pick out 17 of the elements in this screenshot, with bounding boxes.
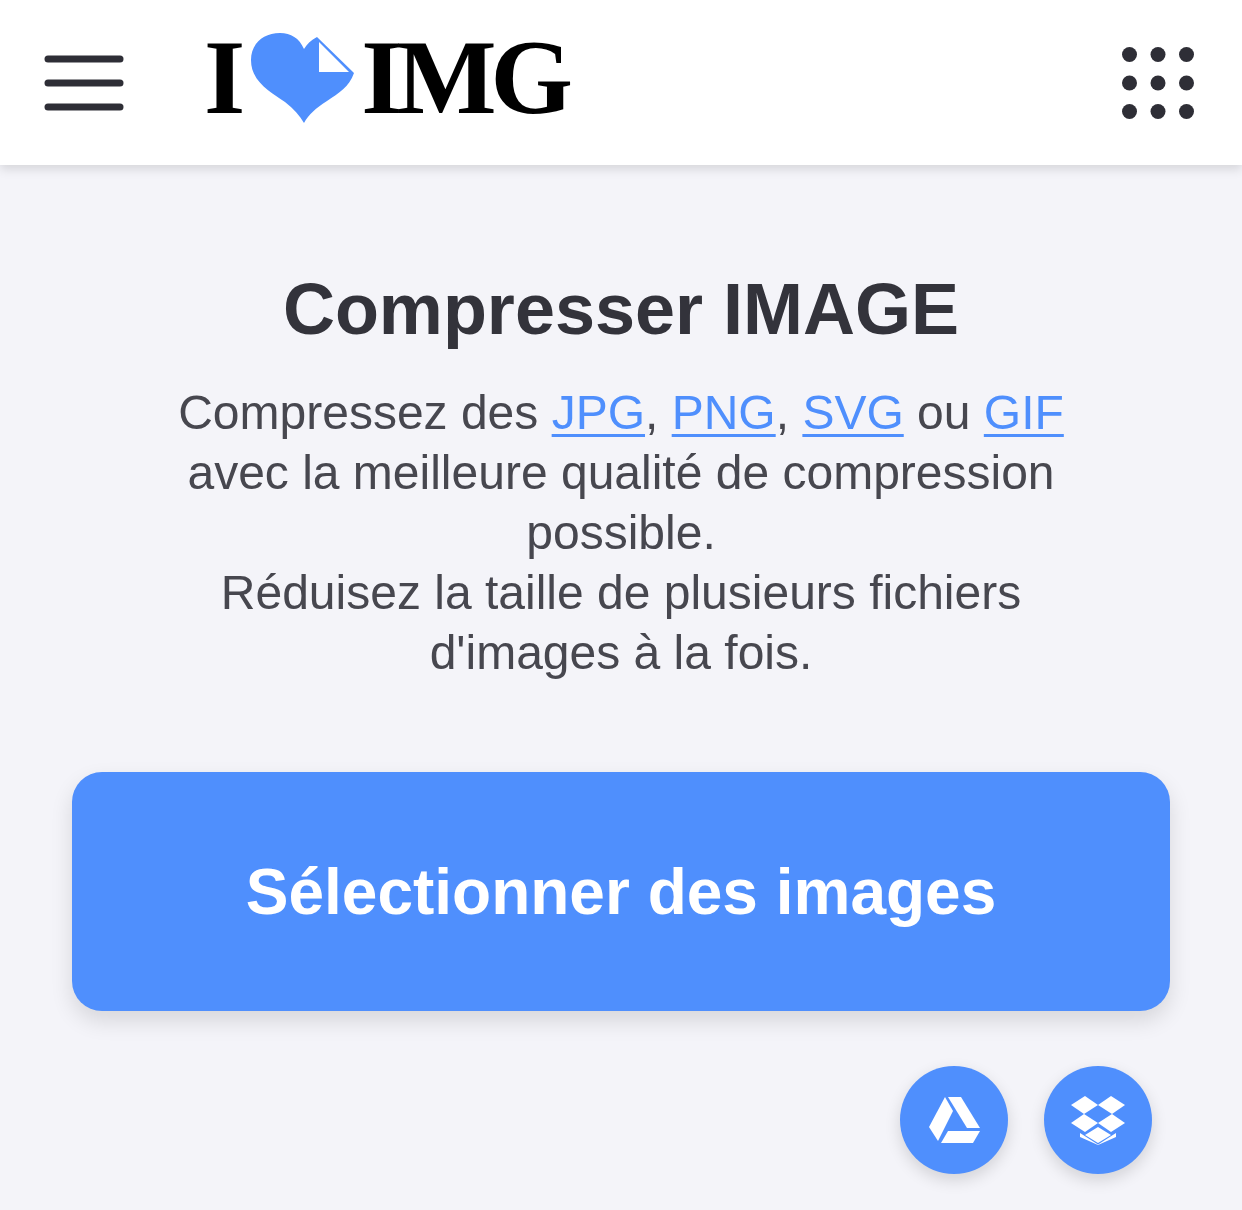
description-text: Réduisez la taille de plusieurs fichiers d'images à la fois. <box>219 565 1023 681</box>
format-link[interactable]: SVG <box>802 386 904 439</box>
open-box-icon <box>1071 1095 1125 1145</box>
triangle-icon <box>928 1097 980 1143</box>
apps-grid-icon <box>1122 46 1194 119</box>
logo-text: I <box>204 24 240 131</box>
format-link[interactable]: PNG <box>671 386 776 439</box>
heart-icon <box>249 31 356 124</box>
description-text: Compressez des JPG, PNG, SVG ou GIF avec la meilleure qualité de compression possible. <box>177 385 1065 561</box>
format-link[interactable]: JPG <box>551 386 645 439</box>
menu-icon <box>44 54 124 111</box>
logo-text: IMG <box>361 24 567 131</box>
format-link[interactable]: GIF <box>983 386 1064 439</box>
page-title: Compresser IMAGE <box>282 268 960 350</box>
menu-button[interactable] <box>44 54 124 111</box>
apps-button[interactable] <box>1122 46 1194 119</box>
select-images-button[interactable]: Sélectionner des images <box>72 772 1170 1011</box>
